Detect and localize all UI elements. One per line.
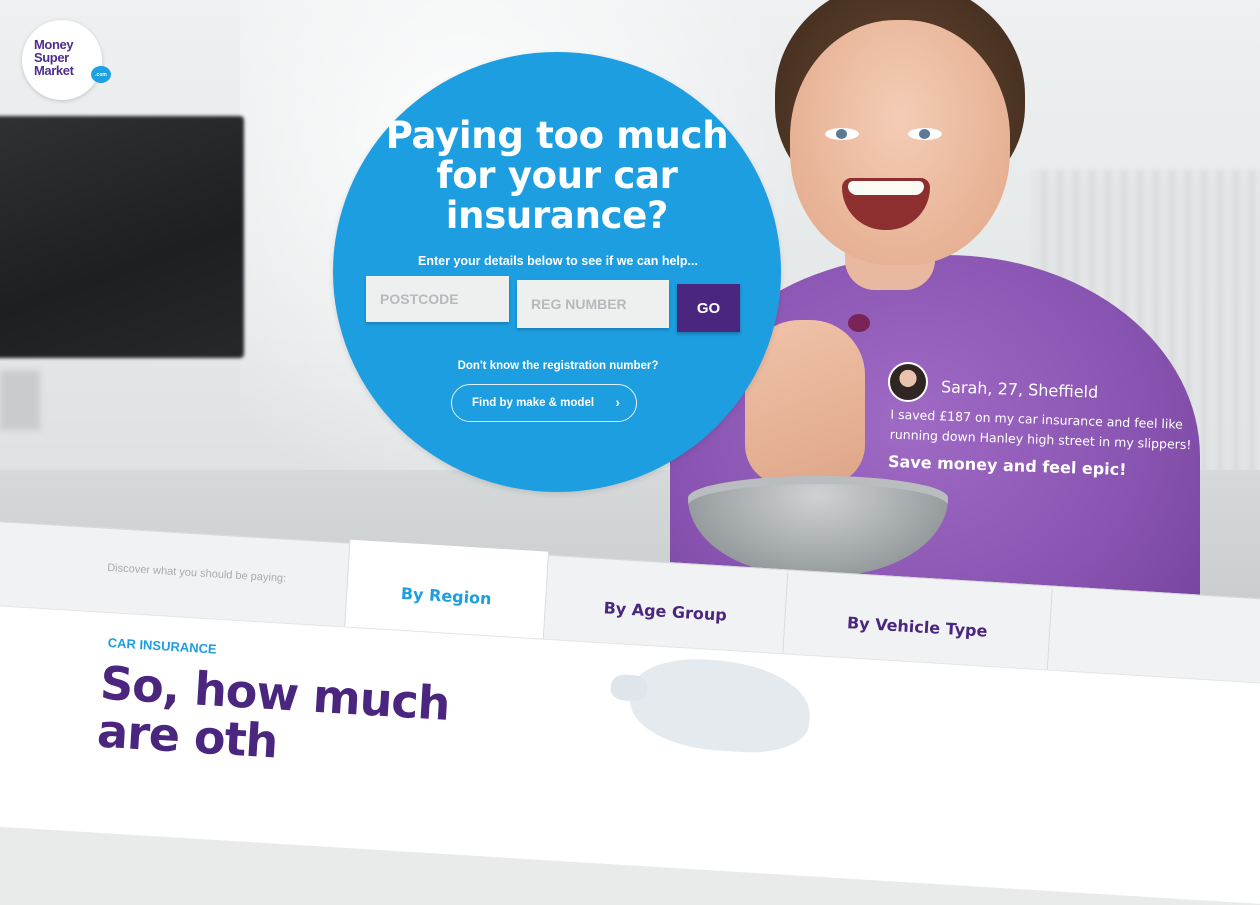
person-face [790, 20, 1010, 265]
go-button[interactable]: GO [677, 284, 740, 332]
person-eye-right [908, 128, 942, 140]
person-smile [842, 178, 930, 230]
person-eye-left [825, 128, 859, 140]
tv-screen-image [0, 116, 244, 358]
tv-stand-image [0, 370, 40, 430]
hero-title: Paying too much for your car insurance? [385, 114, 729, 237]
reg-question-text: Don't know the registration number? [457, 360, 659, 372]
hero-quote-circle: Paying too much for your car insurance? … [333, 52, 781, 492]
logo-badge: .com [91, 66, 111, 83]
find-button-label: Find by make & model [472, 397, 595, 409]
logo[interactable]: Money Super Market .com [22, 20, 111, 100]
find-by-make-model-button[interactable]: Find by make & model › [451, 384, 637, 422]
avatar [888, 362, 928, 402]
hero-subtitle: Enter your details below to see if we ca… [418, 254, 698, 268]
section-eyebrow: CAR INSURANCE [107, 635, 218, 657]
chevron-right-icon: › [615, 394, 620, 410]
section-headline: So, how much are oth [95, 655, 452, 769]
postcode-input[interactable] [366, 276, 509, 322]
berry-image [848, 314, 870, 332]
uk-map-shape[interactable] [627, 655, 813, 756]
reg-number-input[interactable] [517, 280, 669, 328]
discover-label: Discover what you should be paying: [106, 561, 287, 585]
